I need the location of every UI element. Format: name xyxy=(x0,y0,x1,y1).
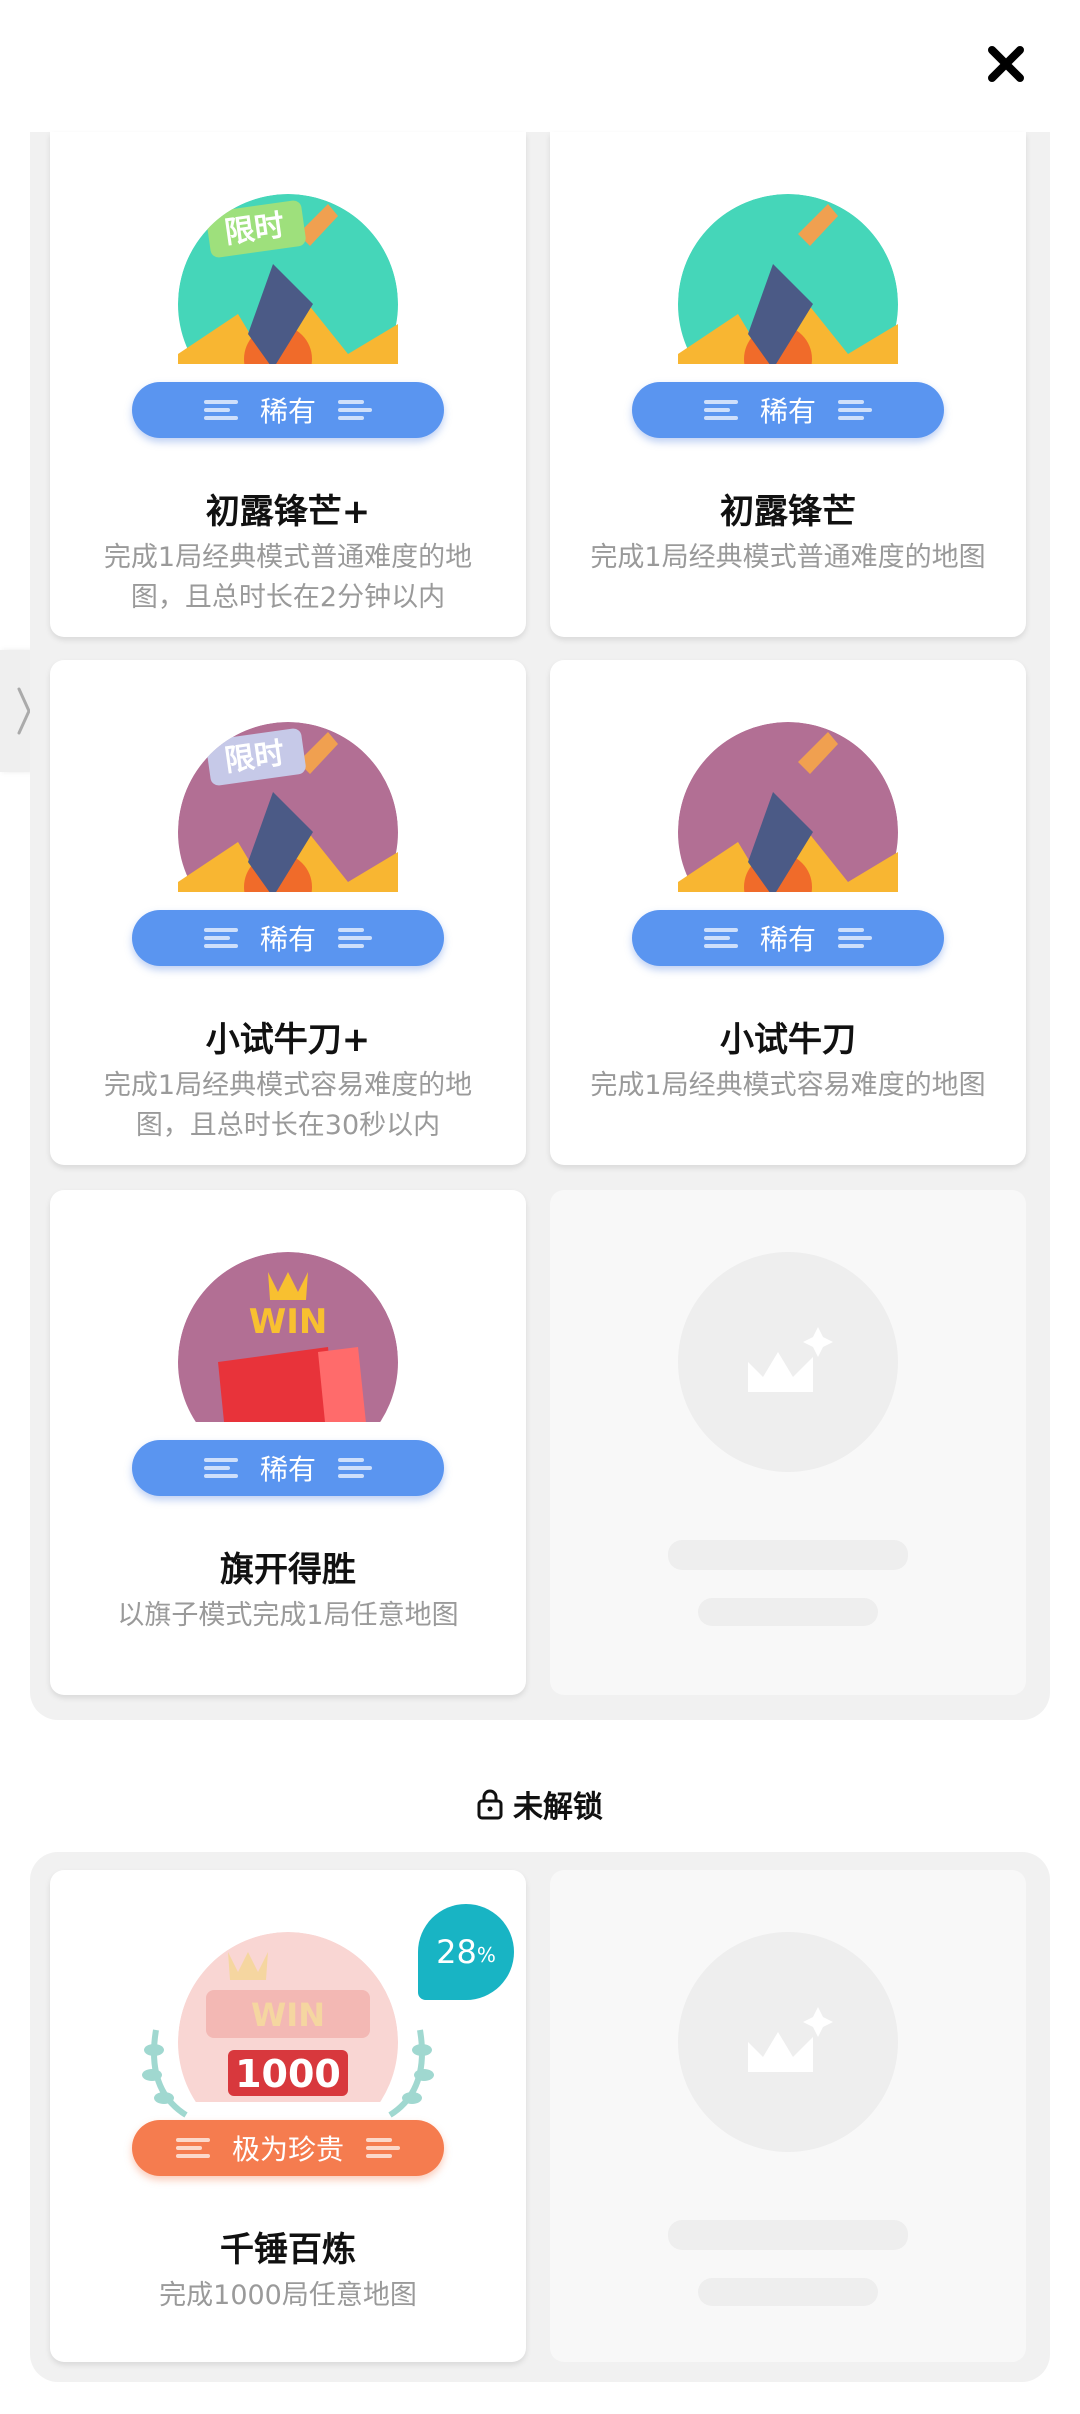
rarity-label: 极为珍贵 xyxy=(231,2133,344,2166)
placeholder-card xyxy=(550,1870,1026,2362)
rarity-label: 稀有 xyxy=(759,395,816,428)
achievement-title: 小试牛刀 xyxy=(720,1020,856,1060)
achievement-card[interactable]: 稀有 小试牛刀 完成1局经典模式容易难度的地图 xyxy=(550,660,1026,1165)
placeholder-bar xyxy=(698,1598,878,1626)
laurel-right-icon xyxy=(388,2029,434,2118)
placeholder-bar xyxy=(698,2278,878,2306)
achievement-card[interactable]: WIN 1000 28 % 极为珍贵 千锤百炼 完成1000局任意地图 xyxy=(50,1870,526,2362)
achievement-title: 旗开得胜 xyxy=(220,1550,356,1590)
close-icon xyxy=(988,46,1024,82)
achievement-title: 千锤百炼 xyxy=(220,2230,356,2270)
rarity-pill: 稀有 xyxy=(632,910,944,966)
achievement-title: 初露锋芒+ xyxy=(205,492,371,532)
progress-bubble: 28 % xyxy=(418,1904,514,2000)
achievement-desc: 完成1局经典模式普通难度的地图，且总时长在2分钟以内 xyxy=(103,542,473,613)
win-badge-text: WIN xyxy=(248,1302,328,1342)
shovel-badge-icon xyxy=(678,722,898,892)
achievement-card[interactable]: WIN 稀有 旗开得胜 以旗子模式完成1局任意地图 xyxy=(50,1190,526,1695)
placeholder-bar xyxy=(668,1540,908,1570)
achievement-title: 小试牛刀+ xyxy=(205,1020,371,1060)
lock-icon xyxy=(477,1789,503,1820)
achievement-desc: 完成1000局任意地图 xyxy=(159,2280,417,2311)
achievement-title: 初露锋芒 xyxy=(720,492,856,532)
placeholder-card xyxy=(550,1190,1026,1695)
shovel-badge-icon: 限时 xyxy=(178,194,398,364)
rarity-label: 稀有 xyxy=(259,923,316,956)
shovel-badge-icon xyxy=(678,194,898,364)
achievement-desc: 以旗子模式完成1局任意地图 xyxy=(117,1600,459,1631)
locked-section-title: 未解锁 xyxy=(513,1790,603,1825)
locked-section-label: 未解锁 xyxy=(0,1782,1080,1826)
rarity-label: 稀有 xyxy=(259,395,316,428)
shovel-badge-icon: 限时 xyxy=(178,722,398,892)
achievement-desc: 完成1局经典模式容易难度的地图 xyxy=(590,1070,986,1101)
placeholder-bar xyxy=(668,2220,908,2250)
flag-badge-icon: WIN xyxy=(178,1252,398,1422)
achievement-desc: 完成1局经典模式普通难度的地图 xyxy=(590,542,986,573)
rarity-pill: 稀有 xyxy=(132,382,444,438)
count-badge-text: 1000 xyxy=(235,2052,341,2096)
rarity-pill: 稀有 xyxy=(132,910,444,966)
laurel-badge-icon: WIN 1000 xyxy=(178,1932,398,2102)
limited-tag: 限时 xyxy=(222,207,287,251)
locked-achievements-panel: WIN 1000 28 % 极为珍贵 千锤百炼 完成1000局任意地图 xyxy=(30,1852,1050,2382)
limited-tag: 限时 xyxy=(222,735,287,779)
close-button[interactable] xyxy=(980,38,1032,90)
achievement-card[interactable]: 限时 稀有 小试牛刀+ 完成1局经典模式容易难度的地图，且总时长在30秒以内 xyxy=(50,660,526,1165)
progress-value: 28 xyxy=(436,1933,477,1971)
unlocked-achievements-panel: 限时 稀有 初露锋芒+ 完成1局经典模式普通难度的地图，且总时长在2分钟以内 稀… xyxy=(30,132,1050,1720)
laurel-left-icon xyxy=(142,2029,188,2118)
rarity-label: 稀有 xyxy=(259,1453,316,1486)
placeholder-image-icon xyxy=(678,1932,898,2152)
achievement-card[interactable]: 限时 稀有 初露锋芒+ 完成1局经典模式普通难度的地图，且总时长在2分钟以内 xyxy=(50,132,526,637)
rarity-pill: 稀有 xyxy=(632,382,944,438)
rarity-pill: 稀有 xyxy=(132,1440,444,1496)
rarity-pill: 极为珍贵 xyxy=(132,2120,444,2176)
achievement-desc: 完成1局经典模式容易难度的地图，且总时长在30秒以内 xyxy=(103,1070,473,1141)
progress-unit: % xyxy=(476,1943,496,1967)
achievement-card[interactable]: 稀有 初露锋芒 完成1局经典模式普通难度的地图 xyxy=(550,132,1026,637)
rarity-label: 稀有 xyxy=(759,923,816,956)
win-badge-text: WIN xyxy=(251,1996,325,2034)
placeholder-image-icon xyxy=(678,1252,898,1472)
